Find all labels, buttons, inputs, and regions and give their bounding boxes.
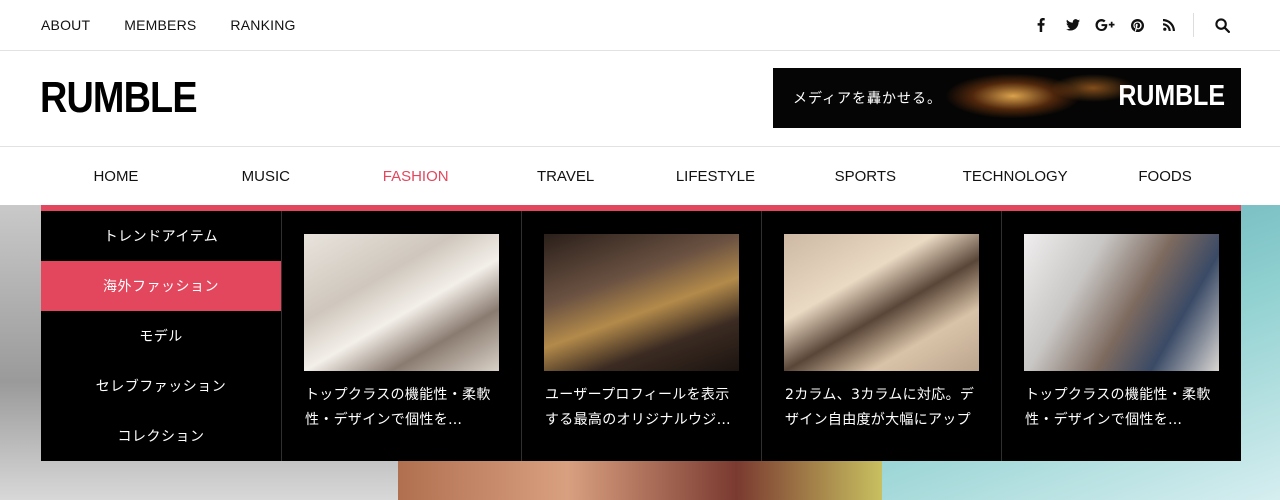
post-excerpt-line: ユーザープロフィールを表示 [545,387,730,403]
top-nav-about[interactable]: ABOUT [41,17,90,33]
nav-item-fashion[interactable]: FASHION [341,147,491,205]
post-excerpt-line: 性・デザインで個性を… [305,412,463,428]
post-excerpt[interactable]: ユーザープロフィールを表示 する最高のオリジナルウジ… [545,383,741,433]
post-excerpt[interactable]: トップクラスの機能性・柔軟 性・デザインで個性を… [305,383,501,433]
divider [1193,13,1194,37]
nav-item-lifestyle[interactable]: LIFESTYLE [641,147,791,205]
nav-item-travel[interactable]: TRAVEL [491,147,641,205]
site-header: RUMBLE メディアを轟かせる。 RUMBLE [0,51,1280,147]
top-nav-members[interactable]: MEMBERS [124,17,196,33]
post-excerpt[interactable]: トップクラスの機能性・柔軟 性・デザインで個性を… [1025,383,1221,433]
category-overseas-fashion[interactable]: 海外ファッション [41,261,281,311]
twitter-icon[interactable] [1057,0,1089,50]
banner-tagline: メディアを轟かせる。 [793,91,943,107]
post-thumbnail[interactable] [304,234,499,371]
nav-item-foods[interactable]: FOODS [1090,147,1240,205]
mega-menu: トレンドアイテム 海外ファッション モデル セレブファッション コレクション ト… [41,205,1241,461]
header-banner[interactable]: メディアを轟かせる。 RUMBLE [773,68,1241,128]
pinterest-icon[interactable] [1121,0,1153,50]
post-card[interactable]: 2カラム、3カラムに対応。デ ザイン自由度が大幅にアップ [761,211,1001,461]
category-collection[interactable]: コレクション [41,411,281,461]
banner-logo: RUMBLE [1118,80,1225,112]
nav-item-home[interactable]: HOME [41,147,191,205]
post-excerpt-line: トップクラスの機能性・柔軟 [1025,387,1211,403]
nav-item-sports[interactable]: SPORTS [790,147,940,205]
top-nav: ABOUT MEMBERS RANKING [41,0,330,50]
search-icon[interactable] [1206,0,1238,50]
facebook-icon[interactable] [1025,0,1057,50]
post-card[interactable]: トップクラスの機能性・柔軟 性・デザインで個性を… [1001,211,1241,461]
post-excerpt-line: ザイン自由度が大幅にアップ [785,412,971,428]
category-trend-items[interactable]: トレンドアイテム [41,211,281,261]
post-thumbnail[interactable] [1024,234,1219,371]
post-thumbnail[interactable] [784,234,979,371]
post-excerpt-line: 2カラム、3カラムに対応。デ [785,387,975,403]
mega-menu-categories: トレンドアイテム 海外ファッション モデル セレブファッション コレクション [41,211,281,461]
post-thumbnail[interactable] [544,234,739,371]
category-celeb-fashion[interactable]: セレブファッション [41,361,281,411]
post-card[interactable]: トップクラスの機能性・柔軟 性・デザインで個性を… [281,211,521,461]
nav-item-music[interactable]: MUSIC [191,147,341,205]
post-excerpt-line: 性・デザインで個性を… [1025,412,1183,428]
social-links [1025,0,1238,50]
main-nav: HOME MUSIC FASHION TRAVEL LIFESTYLE SPOR… [0,147,1280,205]
top-nav-ranking[interactable]: RANKING [230,17,295,33]
post-excerpt-line: する最高のオリジナルウジ… [545,412,731,428]
mega-menu-posts: トップクラスの機能性・柔軟 性・デザインで個性を… ユーザープロフィールを表示 … [281,211,1241,461]
post-excerpt[interactable]: 2カラム、3カラムに対応。デ ザイン自由度が大幅にアップ [785,383,981,433]
rss-icon[interactable] [1153,0,1185,50]
top-bar: ABOUT MEMBERS RANKING [0,0,1280,51]
site-logo[interactable]: RUMBLE [40,73,198,123]
google-plus-icon[interactable] [1089,0,1121,50]
category-model[interactable]: モデル [41,311,281,361]
post-excerpt-line: トップクラスの機能性・柔軟 [305,387,491,403]
post-card[interactable]: ユーザープロフィールを表示 する最高のオリジナルウジ… [521,211,761,461]
nav-item-technology[interactable]: TECHNOLOGY [940,147,1090,205]
